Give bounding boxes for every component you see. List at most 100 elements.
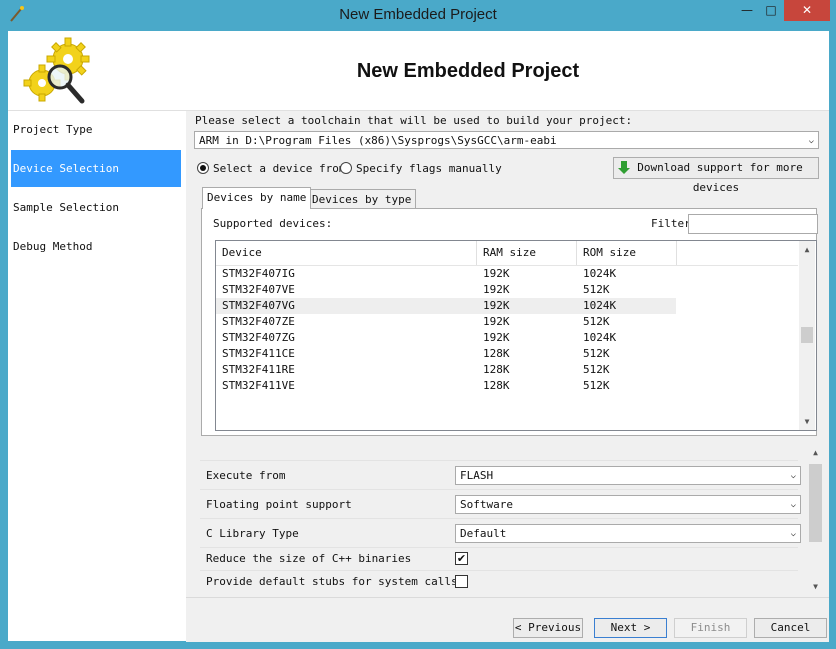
table-row[interactable]: STM32F411VE 128K 512K	[216, 378, 676, 394]
scroll-thumb[interactable]	[801, 327, 813, 343]
cell-ram-size: 192K	[483, 315, 510, 328]
property-select-value: Default	[460, 527, 507, 540]
cell-rom-size: 1024K	[583, 299, 617, 312]
table-row[interactable]: STM32F411RE 128K 512K	[216, 362, 676, 378]
toolchain-select-value: ARM in D:\Program Files (x86)\Sysprogs\S…	[199, 134, 557, 147]
cell-device: STM32F411CE	[222, 347, 295, 360]
column-header-device[interactable]: Device	[216, 241, 477, 265]
filter-input[interactable]	[688, 214, 818, 234]
cell-device: STM32F411RE	[222, 363, 295, 376]
property-checkbox[interactable]	[455, 575, 468, 588]
scroll-up-icon[interactable]: ▲	[807, 448, 824, 457]
property-select-value: Software	[460, 498, 513, 511]
chevron-down-icon: ⌵	[790, 529, 796, 539]
sidebar-item-project-type[interactable]: Project Type	[11, 111, 181, 148]
previous-button[interactable]: < Previous	[513, 618, 583, 638]
page-title: New Embedded Project	[356, 60, 580, 82]
table-row[interactable]: STM32F411CE 128K 512K	[216, 346, 676, 362]
window: New Embedded Project — □ ✕ New Embedded …	[0, 0, 836, 649]
property-label: Reduce the size of C++ binaries	[206, 552, 412, 565]
property-row: C Library Type Default ⌵	[200, 518, 801, 547]
cell-rom-size: 512K	[583, 379, 610, 392]
table-row[interactable]: STM32F407VE 192K 512K	[216, 282, 676, 298]
properties-grid: Execute from FLASH ⌵ Floating point support…	[200, 460, 801, 588]
wizard-header: New Embedded Project	[8, 31, 829, 111]
download-support-button[interactable]: Download support for more devices	[613, 157, 819, 194]
cell-ram-size: 192K	[483, 267, 510, 280]
property-select[interactable]: Software ⌵	[455, 495, 801, 514]
scroll-down-icon[interactable]: ▼	[807, 582, 824, 591]
cell-ram-size: 128K	[483, 379, 510, 392]
table-row[interactable]: STM32F407ZG 192K 1024K	[216, 330, 676, 346]
devices-tab-panel: Supported devices: Filter Device RAM siz…	[201, 208, 818, 436]
sidebar-item-debug-method[interactable]: Debug Method	[11, 228, 181, 265]
window-title: New Embedded Project	[339, 6, 497, 23]
maximize-button[interactable]: □	[758, 0, 784, 21]
cell-device: STM32F407IG	[222, 267, 295, 280]
property-label: Provide default stubs for system calls	[206, 575, 458, 588]
sidebar-item-device-selection[interactable]: Device Selection	[11, 150, 181, 187]
sidebar-item-sample-selection[interactable]: Sample Selection	[11, 189, 181, 226]
toolchain-select[interactable]: ARM in D:\Program Files (x86)\Sysprogs\S…	[194, 131, 819, 149]
devices-scrollbar[interactable]: ▲ ▼	[799, 241, 815, 430]
property-row: Execute from FLASH ⌵	[200, 460, 801, 489]
cell-rom-size: 512K	[583, 315, 610, 328]
minimize-button[interactable]: —	[734, 0, 760, 21]
scroll-down-icon[interactable]: ▼	[799, 417, 815, 426]
chevron-down-icon: ⌵	[790, 500, 796, 510]
radio-specify-flags-label[interactable]: Specify flags manually	[356, 162, 502, 175]
next-button[interactable]: Next >	[594, 618, 667, 638]
radio-select-device[interactable]	[197, 162, 209, 174]
table-row[interactable]: STM32F407IG 192K 1024K	[216, 266, 676, 282]
property-checkbox[interactable]: ✔	[455, 552, 468, 565]
cell-ram-size: 192K	[483, 283, 510, 296]
table-row[interactable]: STM32F407VG 192K 1024K	[216, 298, 676, 314]
property-select-value: FLASH	[460, 469, 494, 482]
cell-device: STM32F411VE	[222, 379, 295, 392]
gears-magnifier-icon	[23, 37, 90, 104]
cell-device: STM32F407ZE	[222, 315, 295, 328]
chevron-down-icon: ⌵	[790, 471, 796, 481]
cell-rom-size: 512K	[583, 283, 610, 296]
properties-scrollbar[interactable]: ▲ ▼	[807, 445, 824, 595]
cancel-button[interactable]: Cancel	[754, 618, 827, 638]
cell-ram-size: 128K	[483, 363, 510, 376]
cell-rom-size: 512K	[583, 363, 610, 376]
scroll-up-icon[interactable]: ▲	[799, 245, 815, 254]
tab-devices-by-type[interactable]: Devices by type	[307, 189, 417, 209]
cell-ram-size: 192K	[483, 299, 510, 312]
cell-device: STM32F407VG	[222, 299, 295, 312]
tab-devices-by-name[interactable]: Devices by name	[202, 187, 312, 209]
cell-device: STM32F407ZG	[222, 331, 295, 344]
property-label: Execute from	[206, 469, 286, 482]
column-header-rom[interactable]: ROM size	[577, 241, 677, 265]
cell-ram-size: 128K	[483, 347, 510, 360]
property-select[interactable]: Default ⌵	[455, 524, 801, 543]
property-row: Provide default stubs for system calls	[200, 570, 798, 594]
download-support-label: Download support for more devices	[637, 161, 803, 194]
property-label: Floating point support	[206, 498, 352, 511]
download-arrow-icon	[618, 161, 630, 174]
close-button[interactable]: ✕	[784, 0, 830, 21]
devices-table[interactable]: Device RAM size ROM size STM32F407IG 192K…	[215, 240, 817, 431]
cell-device: STM32F407VE	[222, 283, 295, 296]
radio-specify-flags[interactable]	[340, 162, 352, 174]
scroll-thumb[interactable]	[809, 464, 822, 542]
radio-select-device-label[interactable]: Select a device from	[213, 162, 345, 175]
table-row[interactable]: STM32F407ZE 192K 512K	[216, 314, 676, 330]
cell-rom-size: 512K	[583, 347, 610, 360]
property-select[interactable]: FLASH ⌵	[455, 466, 801, 485]
toolchain-prompt: Please select a toolchain that will be u…	[195, 114, 633, 127]
property-row: Floating point support Software ⌵	[200, 489, 801, 518]
column-header-ram[interactable]: RAM size	[477, 241, 577, 265]
wizard-sidebar: Project Type Device Selection Sample Sel…	[8, 111, 186, 641]
device-selection-panel: Please select a toolchain that will be u…	[186, 111, 829, 642]
filter-label: Filter	[651, 217, 691, 230]
property-row: Reduce the size of C++ binaries ✔	[200, 547, 798, 571]
wizard-footer: < Previous Next > Finish Cancel	[186, 597, 829, 642]
finish-button: Finish	[674, 618, 747, 638]
chevron-down-icon: ⌵	[808, 136, 814, 146]
cell-rom-size: 1024K	[583, 267, 617, 280]
title-bar[interactable]: New Embedded Project — □ ✕	[0, 0, 836, 31]
property-label: C Library Type	[206, 527, 299, 540]
